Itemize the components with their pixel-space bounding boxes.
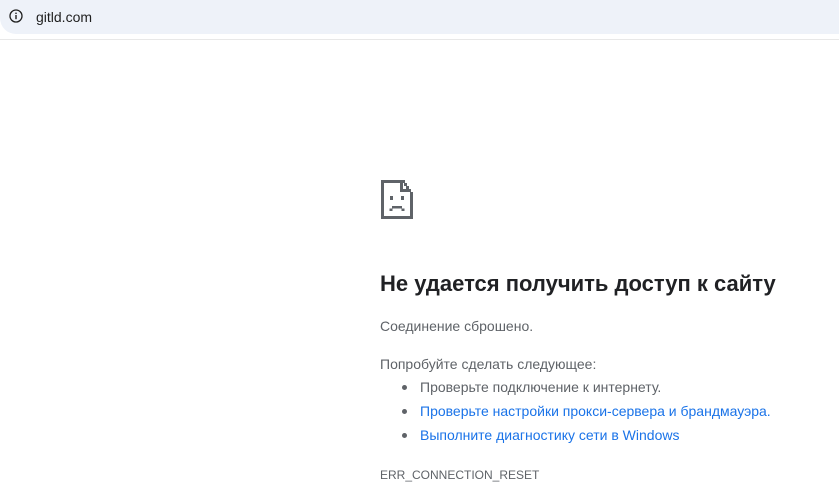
suggestion-check-connection: Проверьте подключение к интернету. bbox=[380, 378, 771, 402]
suggestions-heading: Попробуйте сделать следующее: bbox=[380, 356, 597, 372]
suggestion-check-connection-label: Проверьте подключение к интернету. bbox=[420, 379, 662, 395]
error-summary: Соединение сброшено. bbox=[380, 318, 534, 334]
run-network-diagnostics-link[interactable]: Выполните диагностику сети в Windows bbox=[420, 427, 679, 443]
check-proxy-firewall-link[interactable]: Проверьте настройки прокси-сервера и бра… bbox=[420, 403, 771, 419]
page-separator bbox=[0, 39, 839, 40]
address-bar[interactable]: gitld.com bbox=[0, 0, 839, 34]
error-code: ERR_CONNECTION_RESET bbox=[380, 468, 540, 482]
error-title: Не удается получить доступ к сайту bbox=[380, 271, 776, 296]
sad-page-icon bbox=[380, 178, 414, 222]
suggestion-run-diagnostics: Выполните диагностику сети в Windows bbox=[380, 426, 771, 450]
suggestions-list: Проверьте подключение к интернету. Прове… bbox=[380, 378, 771, 450]
suggestion-check-proxy-firewall: Проверьте настройки прокси-сервера и бра… bbox=[380, 402, 771, 426]
info-icon[interactable] bbox=[9, 9, 23, 23]
url-text[interactable]: gitld.com bbox=[36, 9, 92, 25]
